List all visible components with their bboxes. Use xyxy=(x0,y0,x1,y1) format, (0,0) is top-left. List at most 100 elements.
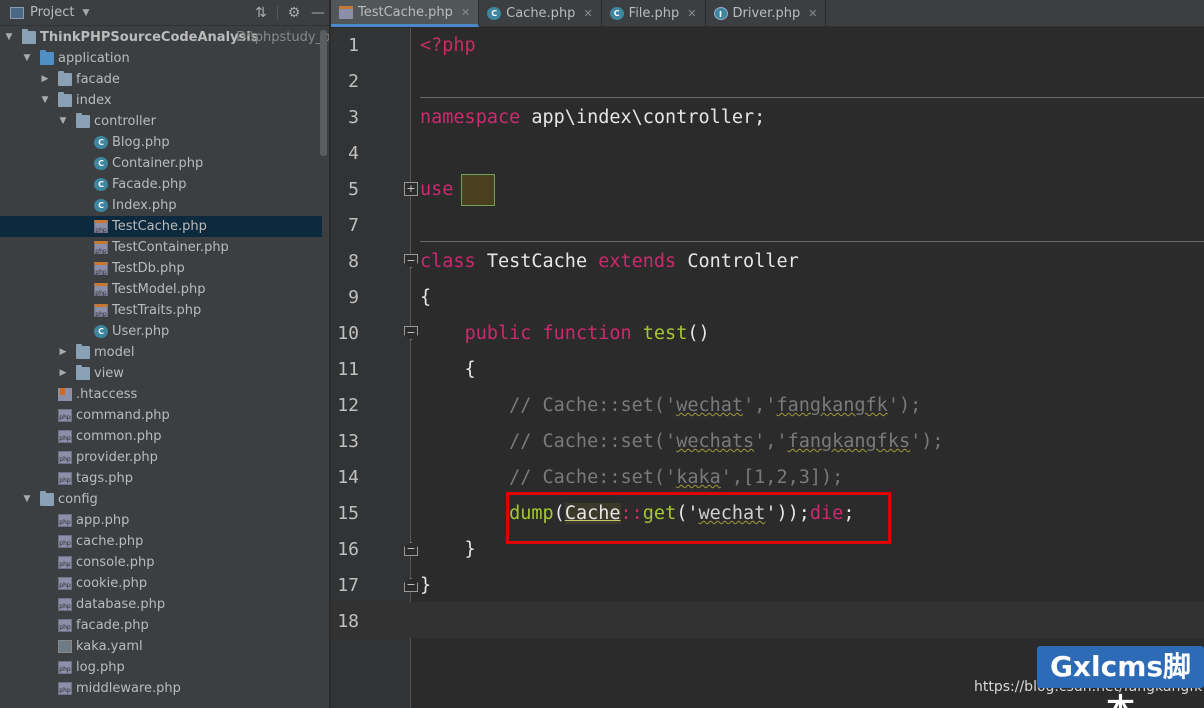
tree-folder[interactable]: ▼ application xyxy=(0,48,322,69)
tree-file[interactable]: php TestTraits.php xyxy=(0,300,322,321)
tree-file[interactable]: php TestDb.php xyxy=(0,258,322,279)
tree-folder[interactable]: ▼ ThinkPHPSourceCodeAnalysisD:\phpstudy_p… xyxy=(0,27,329,48)
tree-file[interactable]: php command.php xyxy=(0,405,322,426)
tree-file[interactable]: php log.php xyxy=(0,657,322,678)
tree-file[interactable]: php facade.php xyxy=(0,615,322,636)
tree-item-label: Index.php xyxy=(112,198,177,213)
tree-folder[interactable]: ▶ model xyxy=(0,342,322,363)
line-number: 9 xyxy=(348,287,359,308)
tree-item-label: facade xyxy=(76,72,120,87)
tree-item-label: cookie.php xyxy=(76,576,148,591)
tree-file[interactable]: php TestContainer.php xyxy=(0,237,322,258)
close-icon[interactable]: ✕ xyxy=(583,7,592,20)
expand-arrow-icon[interactable]: ▼ xyxy=(40,90,50,111)
project-tree: ▼ ThinkPHPSourceCodeAnalysisD:\phpstudy_p… xyxy=(0,27,329,699)
close-icon[interactable]: ✕ xyxy=(808,7,817,20)
tree-file[interactable]: C Container.php xyxy=(0,153,322,174)
keyword: use xyxy=(420,179,454,200)
tab-cache[interactable]: C Cache.php ✕ xyxy=(479,0,602,27)
brace: { xyxy=(420,287,432,308)
tree-file[interactable]: php database.php xyxy=(0,594,322,615)
tree-file[interactable]: C User.php xyxy=(0,321,322,342)
expand-arrow-icon[interactable]: ▼ xyxy=(22,489,32,510)
collapse-arrow-icon[interactable]: ▶ xyxy=(40,69,50,90)
tree-file[interactable]: C Facade.php xyxy=(0,174,322,195)
project-icon xyxy=(10,6,24,19)
expand-arrow-icon[interactable]: ▼ xyxy=(4,27,14,48)
comment: // Cache::set(' xyxy=(420,395,677,416)
tree-file[interactable]: php console.php xyxy=(0,552,322,573)
collapse-all-icon[interactable]: ⇅ xyxy=(249,5,273,21)
code-editor[interactable]: 1 2 3 4 5 7 8 9 10 11 12 13 14 15 16 17 … xyxy=(331,28,1204,708)
project-view-selector[interactable]: Project xyxy=(30,5,74,20)
tree-file[interactable]: php TestModel.php xyxy=(0,279,322,300)
tree-item-label: TestTraits.php xyxy=(112,303,202,318)
tree-file[interactable]: .htaccess xyxy=(0,384,322,405)
tree-item-label: cache.php xyxy=(76,534,144,549)
tree-item-label: config xyxy=(58,492,98,507)
tree-file[interactable]: php common.php xyxy=(0,426,322,447)
parent-class: Controller xyxy=(676,251,799,272)
class-file-icon: C xyxy=(94,157,108,170)
folded-imports[interactable] xyxy=(461,174,496,206)
tree-scrollbar[interactable] xyxy=(320,30,327,156)
expand-arrow-icon[interactable]: ▼ xyxy=(58,111,68,132)
php-file-icon: php xyxy=(94,262,108,276)
php-file-icon: php xyxy=(58,577,72,590)
class-file-icon: C xyxy=(94,178,108,191)
comment: ',[1,2,3]); xyxy=(720,467,844,488)
brace: } xyxy=(420,539,476,560)
tab-file[interactable]: C File.php ✕ xyxy=(602,0,706,27)
keyword: extends xyxy=(598,251,677,272)
code-line-11: { xyxy=(420,352,476,388)
tree-file[interactable]: php middleware.php xyxy=(0,678,322,699)
close-icon[interactable]: ✕ xyxy=(687,7,696,20)
keyword: public xyxy=(464,323,532,344)
expand-fold-icon[interactable]: + xyxy=(404,182,418,196)
tree-folder[interactable]: ▶ view xyxy=(0,363,322,384)
keyword: function xyxy=(542,323,632,344)
tree-file[interactable]: C Blog.php xyxy=(0,132,322,153)
tab-testcache[interactable]: TestCache.php ✕ xyxy=(331,0,480,27)
tree-file[interactable]: php TestCache.php xyxy=(0,216,322,237)
tree-file[interactable]: php tags.php xyxy=(0,468,322,489)
tree-item-label: tags.php xyxy=(76,471,133,486)
source-folder-icon xyxy=(40,50,54,65)
namespace-path: app\index\controller; xyxy=(520,107,766,128)
project-tool-window: Project ▼ ⇅ ⚙ — ▼ ThinkPHPSourceCodeAnaly… xyxy=(0,0,330,708)
tab-driver[interactable]: I Driver.php ✕ xyxy=(706,0,827,27)
comment: '); xyxy=(887,395,922,416)
tree-folder[interactable]: ▶ facade xyxy=(0,69,322,90)
tree-file[interactable]: php app.php xyxy=(0,510,322,531)
tree-file[interactable]: php cookie.php xyxy=(0,573,322,594)
close-icon[interactable]: ✕ xyxy=(461,6,470,19)
comment: // Cache::set(' xyxy=(420,431,677,452)
project-panel-header: Project ▼ ⇅ ⚙ — xyxy=(0,0,329,26)
line-number: 14 xyxy=(337,467,359,488)
collapse-arrow-icon[interactable]: ▶ xyxy=(58,342,68,363)
hide-panel-icon[interactable]: — xyxy=(306,5,329,21)
code-line-9: { xyxy=(420,280,431,316)
line-number: 1 xyxy=(348,35,359,56)
php-file-icon: php xyxy=(94,283,108,297)
line-number: 15 xyxy=(337,503,359,524)
tree-item-label: middleware.php xyxy=(76,681,181,696)
tree-file[interactable]: C Index.php xyxy=(0,195,322,216)
tree-folder[interactable]: ▼ controller xyxy=(0,111,322,132)
chevron-down-icon[interactable]: ▼ xyxy=(82,8,89,18)
expand-arrow-icon[interactable]: ▼ xyxy=(22,48,32,69)
interface-file-icon: I xyxy=(713,7,728,20)
collapse-arrow-icon[interactable]: ▶ xyxy=(58,363,68,384)
tree-file[interactable]: php provider.php xyxy=(0,447,322,468)
gear-icon[interactable]: ⚙ xyxy=(282,5,306,21)
line-number: 11 xyxy=(337,359,359,380)
folder-icon xyxy=(58,92,72,107)
tree-file[interactable]: kaka.yaml xyxy=(0,636,322,657)
tree-folder[interactable]: ▼ config xyxy=(0,489,322,510)
line-number: 13 xyxy=(337,431,359,452)
tree-folder[interactable]: ▼ index xyxy=(0,90,322,111)
tree-file[interactable]: php cache.php xyxy=(0,531,322,552)
tree-item-label: model xyxy=(94,345,135,360)
comment: '); xyxy=(910,431,944,452)
